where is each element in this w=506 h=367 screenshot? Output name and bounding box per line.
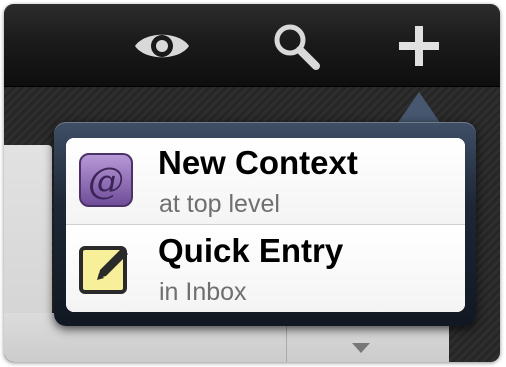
search-button[interactable]: [266, 20, 326, 72]
add-popover: @ New Context at top level Quick Entry i…: [54, 122, 476, 326]
menu-item-quick-entry[interactable]: Quick Entry in Inbox: [66, 226, 465, 312]
context-at-icon: @: [79, 153, 133, 207]
menu-item-title: New Context: [158, 144, 358, 181]
menu-item-subtitle: at top level: [159, 190, 280, 218]
quick-entry-pencil-icon: [79, 246, 128, 294]
menu-item-new-context[interactable]: @ New Context at top level: [66, 138, 465, 225]
app-window: @ New Context at top level Quick Entry i…: [4, 4, 500, 362]
disclosure-triangle-icon: [352, 343, 370, 353]
plus-icon: [399, 26, 439, 66]
menu-item-title: Quick Entry: [158, 232, 344, 269]
eye-icon: [135, 34, 189, 58]
toolbar: [4, 4, 500, 87]
add-button[interactable]: [389, 20, 449, 72]
popover-menu: @ New Context at top level Quick Entry i…: [66, 138, 465, 312]
popover-arrow: [397, 92, 441, 124]
perspective-button[interactable]: [132, 20, 192, 72]
svg-text:@: @: [88, 161, 124, 202]
menu-item-subtitle: in Inbox: [159, 278, 247, 306]
search-icon: [274, 24, 320, 70]
